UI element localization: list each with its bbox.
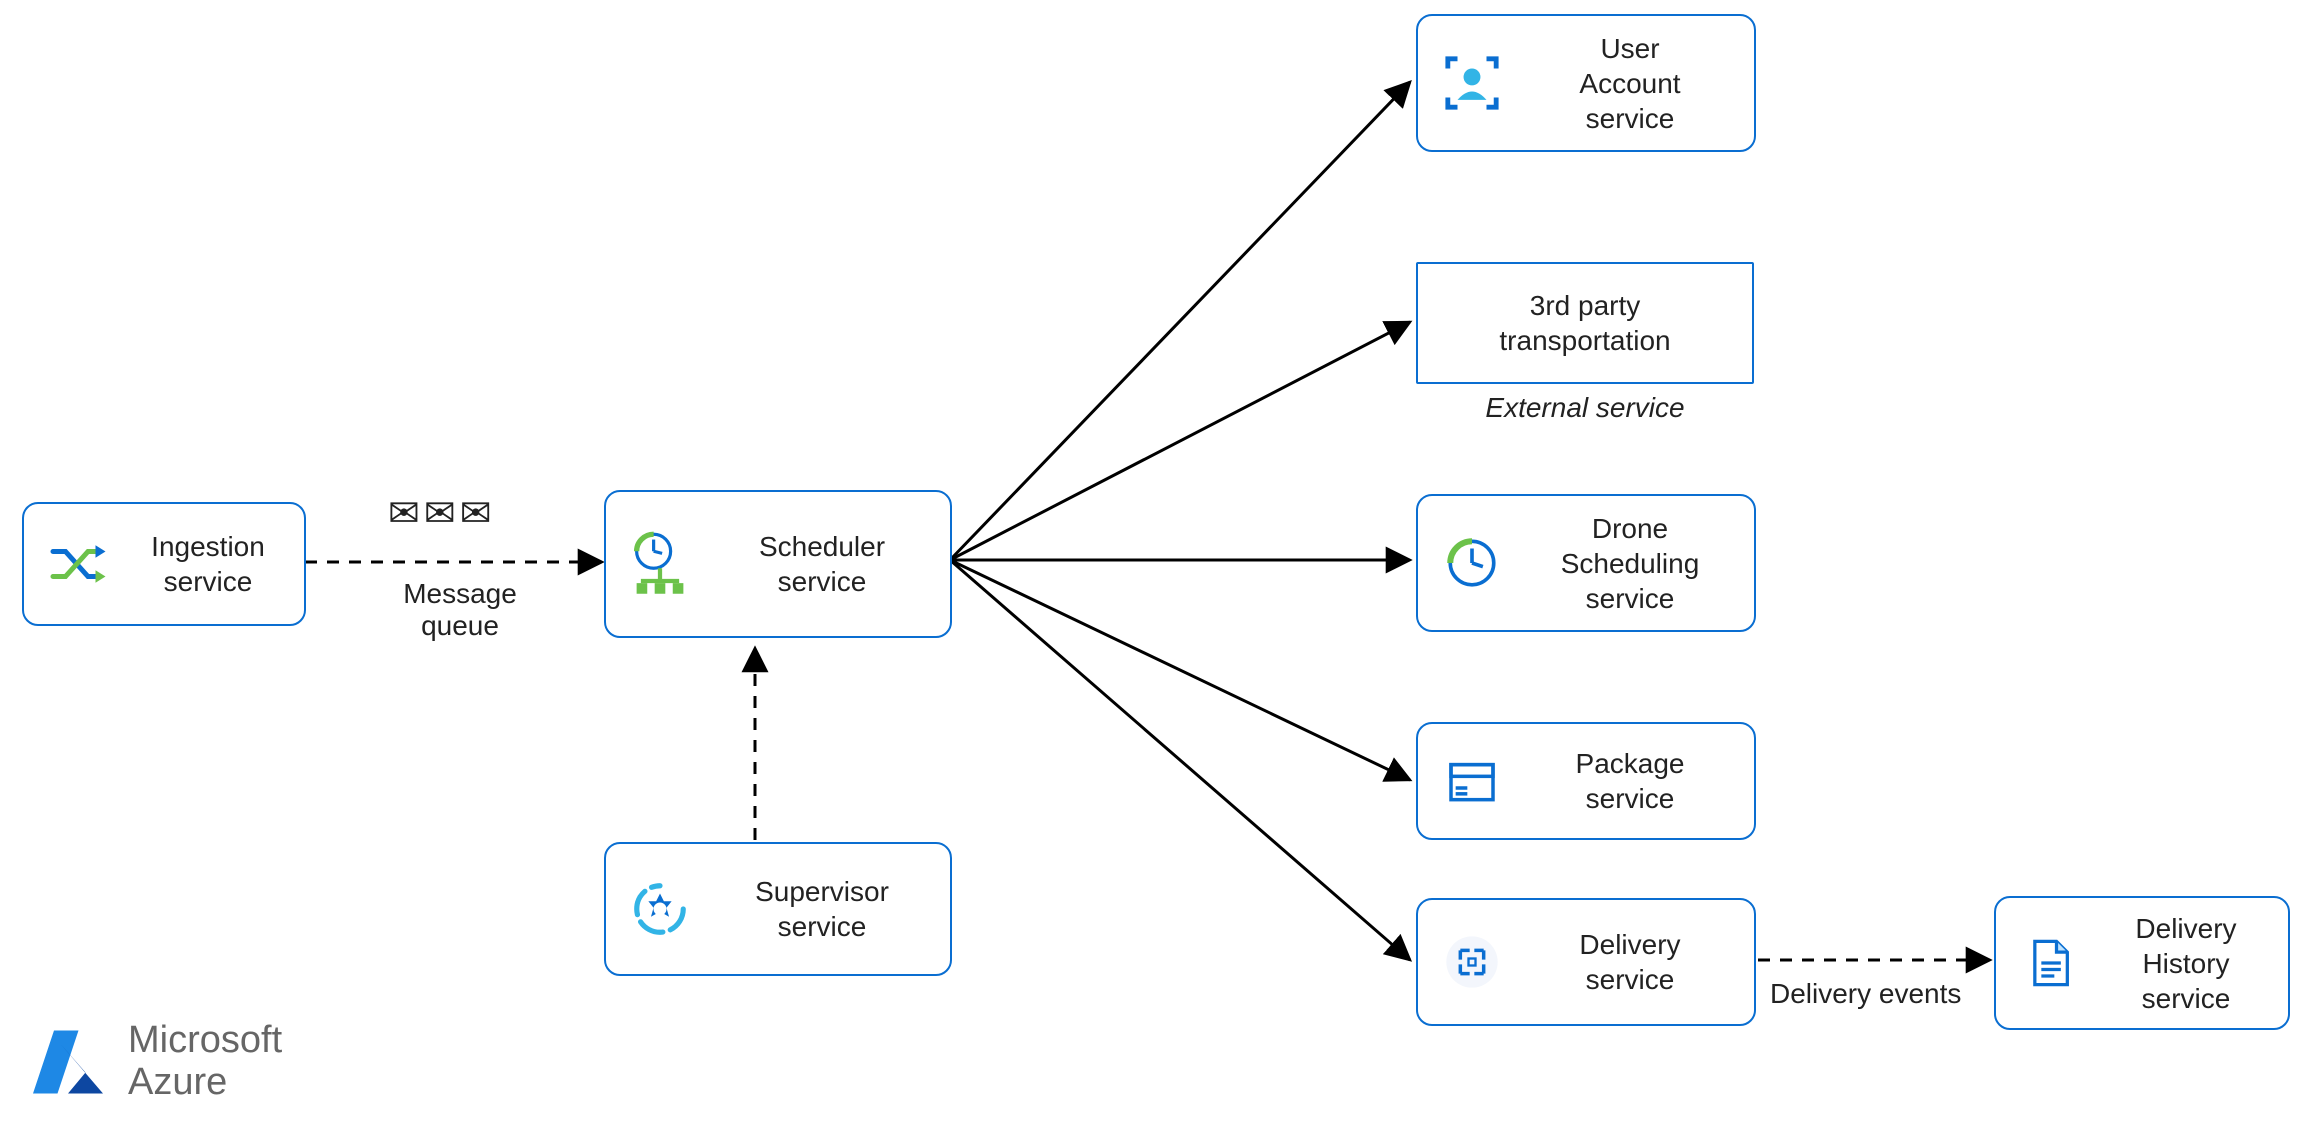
expand-icon: [1438, 928, 1506, 996]
clock-icon: [1438, 529, 1506, 597]
gear-refresh-icon: [626, 875, 694, 943]
azure-logo-icon: [26, 1020, 110, 1104]
branding-line1: Microsoft: [128, 1020, 282, 1062]
node-package: Packageservice: [1416, 722, 1756, 840]
node-ingestion-label: Ingestionservice: [132, 529, 284, 599]
node-third-party: 3rd partytransportation: [1416, 262, 1754, 384]
node-user-account: UserAccountservice: [1416, 14, 1756, 152]
node-scheduler: Schedulerservice: [604, 490, 952, 638]
node-delivery: Deliveryservice: [1416, 898, 1756, 1026]
connectors-layer: [0, 0, 2308, 1144]
user-frame-icon: [1438, 49, 1506, 117]
shuffle-icon: [44, 530, 112, 598]
branding-line2: Azure: [128, 1062, 282, 1104]
envelope-icon: ✉: [388, 495, 420, 533]
envelope-icons: ✉ ✉ ✉: [388, 495, 492, 533]
envelope-icon: ✉: [424, 495, 456, 533]
node-delivery-label: Deliveryservice: [1526, 927, 1734, 997]
edge-scheduler-delivery: [950, 560, 1410, 960]
node-supervisor: Supervisorservice: [604, 842, 952, 976]
edge-scheduler-package: [950, 560, 1410, 780]
caption-message-queue: Messagequeue: [370, 578, 550, 642]
node-ingestion: Ingestionservice: [22, 502, 306, 626]
edge-scheduler-3p: [950, 322, 1410, 560]
azure-branding-text: Microsoft Azure: [128, 1020, 282, 1104]
azure-branding: Microsoft Azure: [26, 1020, 282, 1104]
node-package-label: Packageservice: [1526, 746, 1734, 816]
node-third-party-label: 3rd partytransportation: [1438, 288, 1732, 358]
caption-delivery-events: Delivery events: [1770, 978, 1961, 1010]
node-supervisor-label: Supervisorservice: [714, 874, 930, 944]
package-icon: [1438, 747, 1506, 815]
node-history-label: DeliveryHistoryservice: [2104, 911, 2268, 1016]
node-drone-label: DroneSchedulingservice: [1526, 511, 1734, 616]
envelope-icon: ✉: [460, 495, 492, 533]
node-drone-scheduling: DroneSchedulingservice: [1416, 494, 1756, 632]
edge-scheduler-user: [950, 82, 1410, 560]
node-delivery-history: DeliveryHistoryservice: [1994, 896, 2290, 1030]
scheduler-icon: [626, 530, 694, 598]
document-icon: [2016, 929, 2084, 997]
node-scheduler-label: Schedulerservice: [714, 529, 930, 599]
node-user-label: UserAccountservice: [1526, 31, 1734, 136]
caption-external-service: External service: [1416, 392, 1754, 424]
